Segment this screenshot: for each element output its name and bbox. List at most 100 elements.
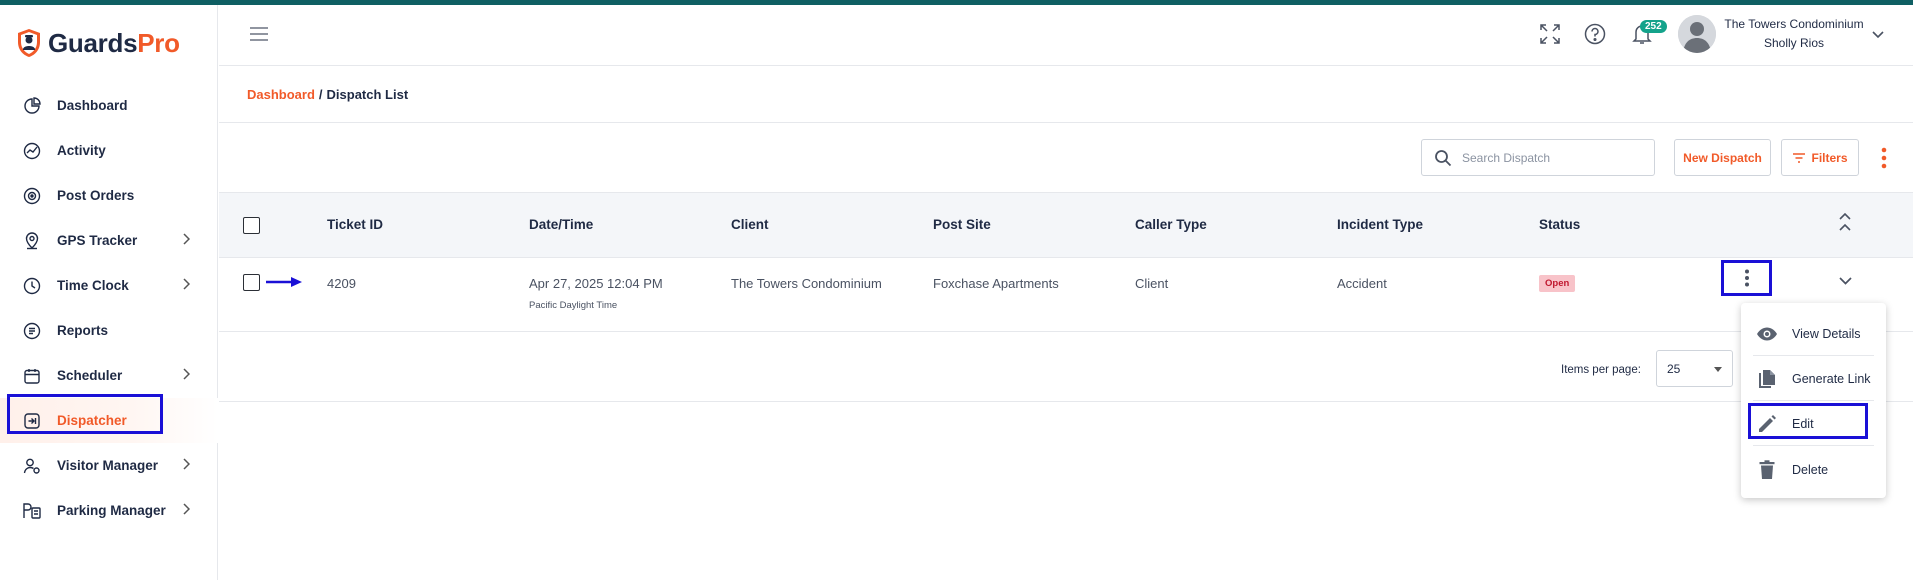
chevron-right-icon	[183, 278, 190, 290]
chevron-down-icon[interactable]	[1839, 277, 1852, 285]
sidebar-item-visitor-manager[interactable]: Visitor Manager	[0, 443, 218, 488]
cell-client: The Towers Condominium	[731, 276, 882, 291]
select-all-checkbox[interactable]	[243, 217, 260, 234]
caret-down-icon	[1714, 367, 1722, 372]
parking-icon	[22, 501, 42, 521]
sidebar-item-label: Time Clock	[57, 278, 129, 293]
notification-badge: 252	[1640, 20, 1667, 33]
breadcrumb-current: Dispatch List	[326, 87, 409, 102]
sidebar-item-label: Dashboard	[57, 98, 128, 113]
filters-button-label: Filters	[1811, 150, 1848, 165]
edit-highlight-box	[1748, 403, 1868, 439]
table-row[interactable]: 4209 Apr 27, 2025 12:04 PM Pacific Dayli…	[219, 258, 1913, 332]
sidebar-item-reports[interactable]: Reports	[0, 308, 218, 353]
sidebar-item-label: Parking Manager	[57, 503, 166, 518]
guard-shield-icon	[18, 29, 40, 57]
chevron-right-icon	[183, 458, 190, 470]
avatar[interactable]	[1678, 15, 1716, 53]
chevron-right-icon	[183, 503, 190, 515]
brand-logo[interactable]: GuardsPro	[16, 27, 180, 59]
fullscreen-icon[interactable]	[1539, 23, 1561, 45]
row-context-menu: View Details Generate Link Edit Delete	[1741, 303, 1886, 498]
sidebar-item-label: Reports	[57, 323, 109, 338]
divider	[219, 122, 1913, 123]
column-header-ticket-id[interactable]: Ticket ID	[327, 217, 383, 232]
row-checkbox[interactable]	[243, 274, 260, 291]
sidebar-item-time-clock[interactable]: Time Clock	[0, 263, 218, 308]
column-header-caller-type[interactable]: Caller Type	[1135, 217, 1207, 232]
chevron-right-icon	[183, 233, 190, 245]
search-input[interactable]	[1462, 148, 1642, 168]
breadcrumb-home-link[interactable]: Dashboard	[247, 87, 315, 102]
sidebar-item-label: Post Orders	[57, 188, 135, 203]
sidebar-item-label: Visitor Manager	[57, 458, 159, 473]
sidebar-item-gps-tracker[interactable]: GPS Tracker	[0, 218, 218, 263]
column-header-client[interactable]: Client	[731, 217, 769, 232]
sidebar-item-dashboard[interactable]: Dashboard	[0, 83, 218, 128]
user-organization: The Towers Condominium	[1724, 17, 1864, 31]
items-per-page-value: 25	[1667, 362, 1681, 376]
menu-item-label: Generate Link	[1792, 372, 1871, 386]
sidebar-item-post-orders[interactable]: Post Orders	[0, 173, 218, 218]
column-header-date-time[interactable]: Date/Time	[529, 217, 593, 232]
items-per-page-label: Items per page:	[1561, 364, 1641, 376]
top-header: 252 The Towers Condominium Sholly Rios	[219, 5, 1913, 66]
cell-incident-type: Accident	[1337, 276, 1387, 291]
sidebar-item-scheduler[interactable]: Scheduler	[0, 353, 218, 398]
activity-icon	[22, 141, 42, 161]
document-link-icon	[1756, 368, 1778, 390]
menu-item-generate-link[interactable]: Generate Link	[1741, 357, 1886, 401]
visitor-icon	[22, 456, 42, 476]
cell-caller-type: Client	[1135, 276, 1169, 291]
chevron-right-icon	[183, 368, 190, 380]
sidebar-item-activity[interactable]: Activity	[0, 128, 218, 173]
sidebar-item-label: Scheduler	[57, 368, 123, 383]
table-header: Ticket ID Date/Time Client Post Site Cal…	[219, 192, 1913, 258]
menu-item-delete[interactable]: Delete	[1741, 448, 1886, 492]
filters-button[interactable]: Filters	[1781, 139, 1859, 176]
user-avatar-icon	[1678, 15, 1716, 53]
collapse-all-icon[interactable]	[1839, 213, 1851, 231]
column-header-status[interactable]: Status	[1539, 217, 1580, 232]
column-header-post-site[interactable]: Post Site	[933, 217, 991, 232]
search-box[interactable]	[1421, 139, 1655, 176]
items-per-page-select[interactable]: 25	[1656, 350, 1733, 387]
menu-item-view-details[interactable]: View Details	[1741, 312, 1886, 356]
more-options-icon[interactable]	[1881, 147, 1887, 169]
eye-icon	[1756, 323, 1778, 345]
calendar-icon	[22, 366, 42, 386]
sidebar: GuardsPro Dashboard Activity Post Orders…	[0, 5, 218, 580]
search-icon	[1435, 150, 1452, 167]
arrow-right-icon	[266, 277, 302, 287]
sidebar-item-label: Activity	[57, 143, 106, 158]
menu-item-label: View Details	[1792, 327, 1861, 341]
status-badge: Open	[1539, 275, 1576, 292]
reports-icon	[22, 321, 42, 341]
breadcrumb: Dashboard / Dispatch List	[247, 87, 408, 102]
user-name: Sholly Rios	[1763, 36, 1825, 50]
pie-chart-icon	[22, 96, 42, 116]
brand-name-part2: Pro	[137, 27, 180, 58]
pagination-bar: Items per page: 25	[219, 332, 1913, 402]
cell-timezone: Pacific Daylight Time	[529, 300, 618, 311]
filter-icon	[1793, 152, 1806, 163]
location-pin-icon	[22, 231, 42, 251]
cell-post-site: Foxchase Apartments	[933, 276, 1059, 291]
trash-icon	[1756, 459, 1778, 481]
brand-name-part1: Guards	[48, 27, 138, 58]
dispatcher-highlight-box	[7, 394, 163, 434]
column-header-incident-type[interactable]: Incident Type	[1337, 217, 1423, 232]
chevron-down-icon[interactable]	[1872, 31, 1884, 39]
cell-date-time: Apr 27, 2025 12:04 PM	[529, 276, 663, 291]
hamburger-menu-icon[interactable]	[249, 27, 269, 41]
new-dispatch-button[interactable]: New Dispatch	[1674, 139, 1771, 176]
menu-item-label: Delete	[1792, 463, 1829, 477]
sidebar-item-parking-manager[interactable]: Parking Manager	[0, 488, 218, 533]
sidebar-item-label: GPS Tracker	[57, 233, 138, 248]
help-icon[interactable]	[1584, 23, 1606, 45]
breadcrumb-separator: /	[318, 87, 323, 102]
divider	[1753, 445, 1874, 446]
divider	[1753, 400, 1874, 401]
row-actions-button[interactable]	[1721, 260, 1772, 296]
post-orders-icon	[22, 186, 42, 206]
